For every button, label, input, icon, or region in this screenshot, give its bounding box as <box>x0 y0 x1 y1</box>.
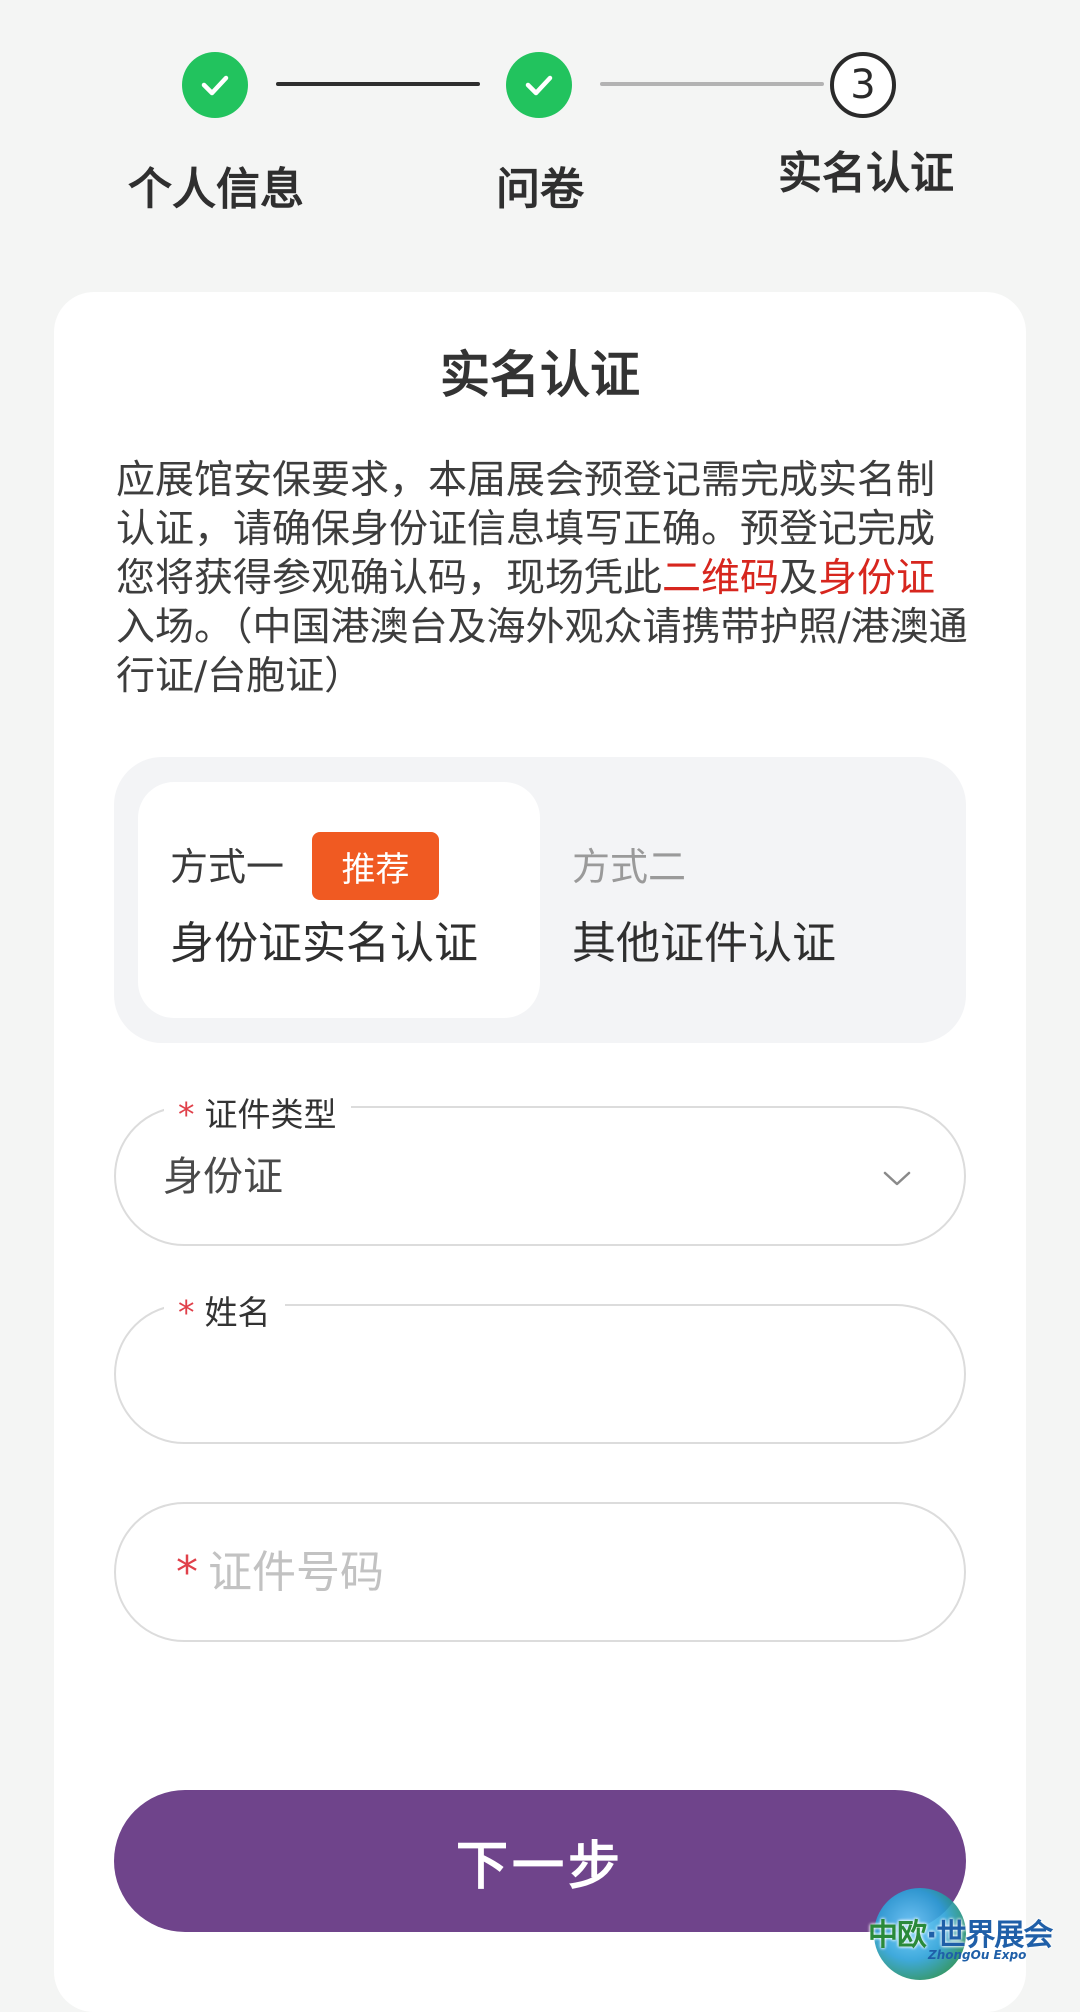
method-2-tag: 方式二 <box>572 845 687 889</box>
step-connector-2 <box>600 82 824 86</box>
step-label-personal-info: 个人信息 <box>128 164 304 215</box>
notice-text: 应展馆安保要求，本届展会预登记需完成实名制认证，请确保身份证信息填写正确。预登记… <box>116 456 970 701</box>
doc-type-value: 身份证 <box>163 1154 283 1200</box>
step-3-indicator: 3 <box>830 52 896 118</box>
watermark-text-a: 中欧 <box>868 1918 927 1953</box>
doc-number-placeholder: * 证件号码 <box>176 1551 384 1595</box>
recommended-badge: 推荐 <box>312 832 439 900</box>
step-connector-1 <box>276 82 480 86</box>
notice-highlight-qrcode: 二维码 <box>662 556 780 601</box>
doc-number-placeholder-text: 证件号码 <box>208 1547 384 1598</box>
name-required-mark: * <box>178 1293 195 1332</box>
doc-type-required-mark: * <box>178 1095 195 1134</box>
name-label-text: 姓名 <box>204 1293 271 1332</box>
step-2-check-icon <box>506 52 572 118</box>
chevron-down-icon[interactable] <box>882 1163 912 1193</box>
notice-part-3: 入场。（中国港澳台及海外观众请携带护照/港澳通行证/台胞证） <box>116 605 968 699</box>
watermark-subtext: ZhongOu Expo <box>928 1948 1027 1962</box>
method-2-name: 其他证件认证 <box>572 918 836 969</box>
step-label-questionnaire: 问卷 <box>496 164 584 215</box>
expo-watermark-logo: 中欧·世界展会 ZhongOu Expo <box>862 1884 1074 1984</box>
doc-number-required-mark: * <box>176 1547 198 1598</box>
page-title: 实名认证 <box>440 346 640 404</box>
method-1-name: 身份证实名认证 <box>170 918 478 969</box>
progress-stepper: 3 个人信息 问卷 实名认证 <box>0 0 1080 230</box>
step-1-check-icon <box>182 52 248 118</box>
step-3-number: 3 <box>850 62 876 108</box>
method-option-id-card[interactable] <box>138 782 540 1018</box>
method-1-tag: 方式一 <box>170 845 285 889</box>
notice-part-2: 及 <box>779 556 819 601</box>
doc-type-label: * 证件类型 <box>164 1098 351 1131</box>
step-label-real-name: 实名认证 <box>778 148 954 199</box>
method-option-other-doc[interactable] <box>560 782 950 1018</box>
name-label: * 姓名 <box>164 1296 285 1329</box>
doc-type-label-text: 证件类型 <box>204 1095 337 1134</box>
notice-highlight-idcard: 身份证 <box>818 556 936 601</box>
next-step-button[interactable]: 下一步 <box>114 1790 966 1932</box>
